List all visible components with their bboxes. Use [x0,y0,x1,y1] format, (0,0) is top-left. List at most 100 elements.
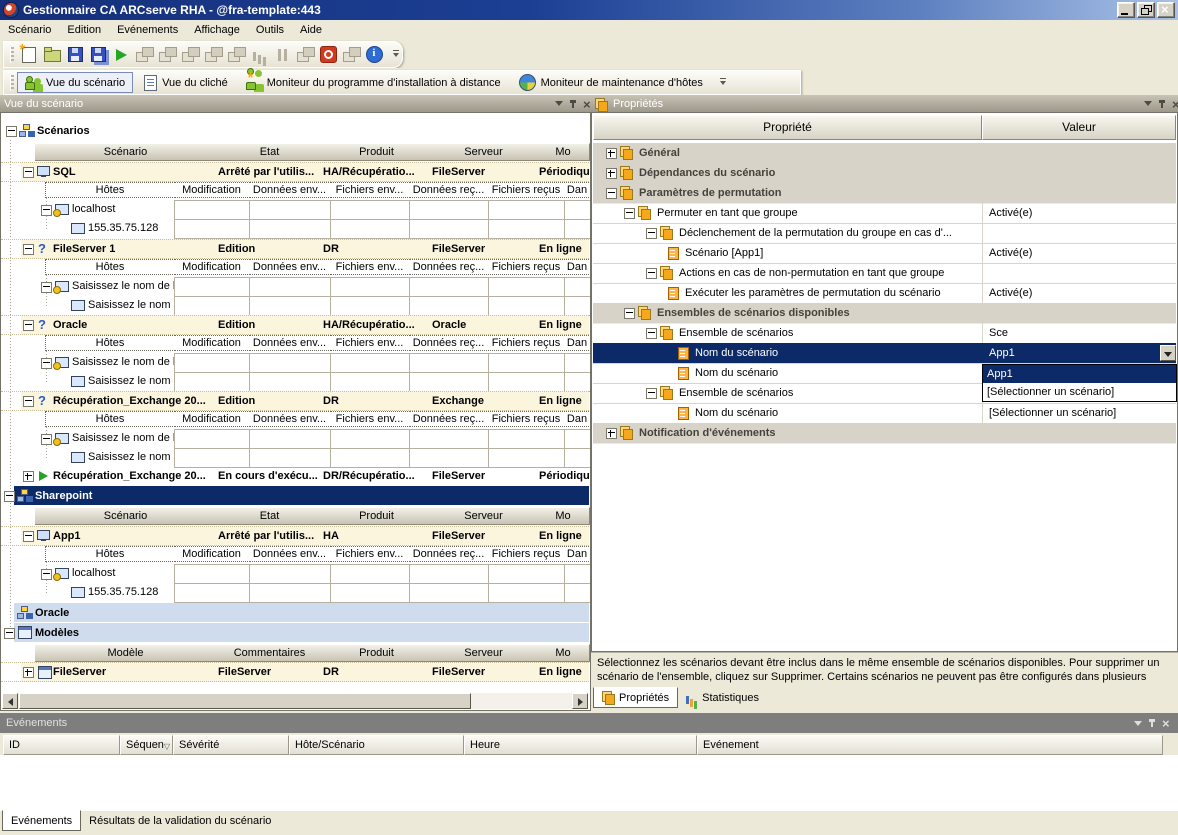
close-icon[interactable] [1162,717,1172,729]
host-row[interactable]: localhost [1,564,589,582]
expand-icon[interactable] [606,428,617,439]
horizontal-scrollbar[interactable] [2,693,588,709]
collapse-icon[interactable] [624,208,635,219]
expand-icon[interactable] [23,471,34,482]
menu-help[interactable]: Aide [292,22,330,38]
col-event[interactable]: Evénement [697,735,1163,755]
scenario-row-oracle[interactable]: Oracle Edition HA/Récupératio... Oracle … [1,315,589,335]
replication-icon[interactable] [203,44,224,65]
scroll-right-button[interactable] [572,693,588,709]
toolbar-grip[interactable] [10,47,14,63]
toolbar-overflow-button[interactable] [391,44,402,65]
resume-icon[interactable] [341,44,362,65]
synchronize-icon[interactable] [134,44,155,65]
pin-icon[interactable] [569,99,577,109]
host-child-row[interactable]: Saisissez le nom ... [1,372,589,390]
expand-icon[interactable] [23,667,34,678]
menu-tools[interactable]: Outils [248,22,292,38]
prop-row-switch-as-group[interactable]: Permuter en tant que groupe Activé(e) [593,203,1176,224]
tab-host-maintenance-monitor[interactable]: Moniteur de maintenance d'hôtes [512,73,710,92]
pane-menu-icon[interactable] [1144,101,1152,106]
col-severity[interactable]: Sévérité [173,735,289,755]
tab-scenario-view[interactable]: Vue du scénario [17,72,133,93]
prop-row-scenario-name-selected[interactable]: Nom du scénario App1 [593,343,1176,364]
col-time[interactable]: Heure [464,735,697,755]
group-row-oracle[interactable]: Oracle [1,603,589,622]
menu-edition[interactable]: Edition [59,22,109,38]
collapse-icon[interactable] [646,328,657,339]
host-row[interactable]: Saisissez le nom de l... [1,277,589,295]
run-icon[interactable] [111,44,132,65]
collapse-icon[interactable] [606,188,617,199]
info-icon[interactable] [364,44,385,65]
save-all-icon[interactable] [88,44,109,65]
minimize-button[interactable] [1117,2,1135,18]
host-child-row[interactable]: 155.35.75.128 [1,583,589,601]
viewtabs-overflow-button[interactable] [718,72,729,93]
group-row-templates[interactable]: Modèles [1,623,589,642]
save-icon[interactable] [65,44,86,65]
prop-group-available-sets[interactable]: Ensembles de scénarios disponibles [593,303,1176,324]
host-row[interactable]: Saisissez le nom de l... [1,353,589,371]
collapse-icon[interactable] [23,244,34,255]
prop-row-scenario-app1[interactable]: Scénario [App1] Activé(e) [593,243,1176,264]
collapse-icon[interactable] [23,320,34,331]
scrollbar-thumb[interactable] [19,693,471,709]
restore-button[interactable] [1137,2,1155,18]
close-icon[interactable] [1172,98,1178,110]
combo-arrow-button[interactable] [1160,345,1176,361]
tab-events[interactable]: Evénements [2,810,81,831]
tree-root-scenarios[interactable]: Scénarios [1,122,589,140]
menu-view[interactable]: Affichage [186,22,248,38]
pin-icon[interactable] [1158,99,1166,109]
col-sequence[interactable]: Séquen [120,735,173,755]
collapse-icon[interactable] [23,167,34,178]
host-row[interactable]: localhost [1,200,589,218]
scenario-row-exchange-running[interactable]: Récupération_Exchange 20... En cours d'e… [1,467,589,485]
expand-icon[interactable] [606,148,617,159]
stop-icon[interactable] [318,44,339,65]
scenario-row-exchange-edit[interactable]: Récupération_Exchange 20... Edition DR E… [1,391,589,411]
collapse-icon[interactable] [646,228,657,239]
prop-row-execute-params[interactable]: Exécuter les paramètres de permutation d… [593,283,1176,304]
collapse-icon[interactable] [624,308,635,319]
tab-statistics[interactable]: Statistiques [678,688,767,707]
menu-events[interactable]: Evénements [109,22,186,38]
collapse-icon[interactable] [41,282,52,293]
prop-group-dependencies[interactable]: Dépendances du scénario [593,163,1176,184]
dropdown-option-select[interactable]: [Sélectionner un scénario] [983,383,1176,401]
scenario-row-fileserver1[interactable]: FileServer 1 Edition DR FileServer En li… [1,239,589,259]
scroll-left-button[interactable] [2,693,18,709]
tab-snapshot-view[interactable]: Vue du cliché [137,73,235,92]
pane-menu-icon[interactable] [555,101,563,106]
open-icon[interactable] [42,44,63,65]
host-child-row[interactable]: Saisissez le nom ... [1,448,589,466]
host-child-row[interactable]: Saisissez le nom ... [1,296,589,314]
prop-row-scenario-set-1[interactable]: Ensemble de scénarios Sce [593,323,1176,344]
expand-icon[interactable] [606,168,617,179]
menu-scenario[interactable]: Scénario [0,22,59,38]
col-id[interactable]: ID [3,735,120,755]
data-transfer-icon[interactable] [180,44,201,65]
host-row[interactable]: Saisissez le nom de l... [1,429,589,447]
collapse-icon[interactable] [23,396,34,407]
collapse-icon[interactable] [41,205,52,216]
dropdown-option-app1[interactable]: App1 [983,365,1176,383]
close-button[interactable] [1157,2,1175,18]
tab-validation-results[interactable]: Résultats de la validation du scénario [81,811,279,830]
prop-group-general[interactable]: Général [593,143,1176,164]
collapse-icon[interactable] [41,358,52,369]
collapse-icon[interactable] [646,388,657,399]
block-sync-icon[interactable] [295,44,316,65]
collapse-icon[interactable] [6,126,17,137]
scenario-row-app1[interactable]: App1 Arrêté par l'utilis... HA FileServe… [1,526,589,546]
report-chart-icon[interactable] [249,44,270,65]
host-child-row[interactable]: 155.35.75.128 [1,219,589,237]
prop-group-notification[interactable]: Notification d'événements [593,423,1176,444]
prop-row-trigger-group[interactable]: Déclenchement de la permutation du group… [593,223,1176,244]
collapse-icon[interactable] [646,268,657,279]
pane-menu-icon[interactable] [1134,721,1142,726]
collapse-icon[interactable] [4,491,15,502]
events-list[interactable] [0,755,1178,811]
template-row-fileserver[interactable]: FileServer FileServer DR FileServer En l… [1,662,589,682]
